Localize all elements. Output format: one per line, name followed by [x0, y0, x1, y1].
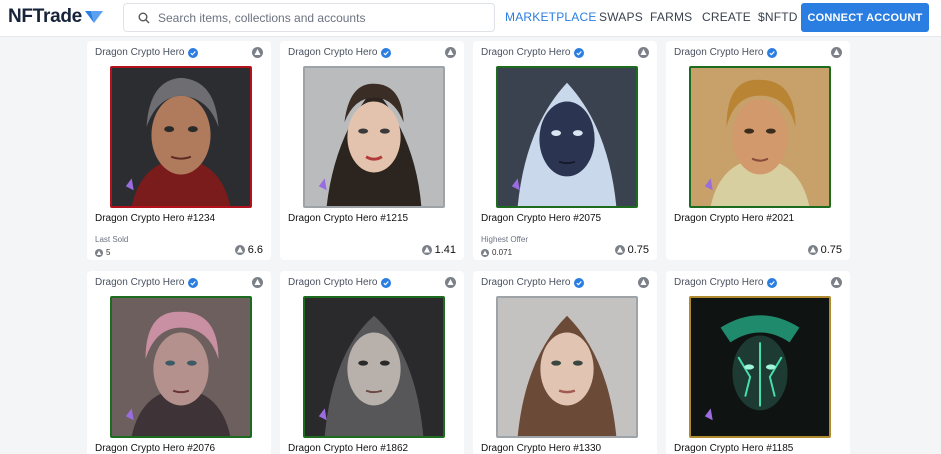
- last-sold-label: Last Sold: [95, 235, 129, 244]
- verified-badge-icon: [188, 47, 199, 58]
- collection-label[interactable]: Dragon Crypto Hero: [481, 47, 585, 58]
- nft-card[interactable]: Dragon Crypto Hero Dragon Crypto Hero #1…: [280, 271, 464, 454]
- nft-image[interactable]: [689, 296, 831, 438]
- currency-icon: [614, 245, 625, 255]
- verified-badge-icon: [767, 277, 778, 288]
- currency-icon: [481, 248, 489, 257]
- nft-title[interactable]: Dragon Crypto Hero #1185: [674, 443, 793, 454]
- portrait-art: [691, 298, 829, 436]
- collection-label[interactable]: Dragon Crypto Hero: [95, 47, 199, 58]
- nft-title[interactable]: Dragon Crypto Hero #1215: [288, 213, 408, 224]
- nft-image[interactable]: [496, 66, 638, 208]
- nft-title[interactable]: Dragon Crypto Hero #1330: [481, 443, 601, 454]
- logo-mark-icon: [84, 11, 103, 23]
- collection-label[interactable]: Dragon Crypto Hero: [674, 277, 778, 288]
- nft-image[interactable]: [303, 296, 445, 438]
- collection-label[interactable]: Dragon Crypto Hero: [95, 277, 199, 288]
- portrait-art: [498, 298, 636, 436]
- price: 6.6: [234, 244, 263, 256]
- nft-grid: Dragon Crypto Hero Dragon Crypto Hero #1…: [0, 38, 941, 454]
- nft-card[interactable]: Dragon Crypto Hero Dragon Crypto Hero #1…: [87, 41, 271, 260]
- top-navbar: NFTrade MARKETPLACE SWAPS FARMS CREATE $…: [0, 0, 941, 37]
- currency-icon: [95, 248, 103, 257]
- nav-create[interactable]: CREATE: [702, 10, 751, 24]
- highest-offer-value: 0.071: [481, 248, 512, 257]
- connect-account-button[interactable]: CONNECT ACCOUNT: [801, 3, 929, 32]
- verified-badge-icon: [188, 277, 199, 288]
- blockchain-icon: [445, 277, 456, 288]
- portrait-art: [498, 68, 636, 206]
- last-sold-value: 5: [95, 248, 110, 257]
- currency-icon: [234, 245, 245, 255]
- search-input[interactable]: [158, 10, 488, 25]
- search-icon: [138, 12, 150, 23]
- nft-title[interactable]: Dragon Crypto Hero #2021: [674, 213, 794, 224]
- nft-card[interactable]: Dragon Crypto Hero Dragon Crypto Hero #2…: [473, 41, 657, 260]
- nft-card[interactable]: Dragon Crypto Hero Dragon Crypto Hero #1…: [666, 271, 850, 454]
- collection-label[interactable]: Dragon Crypto Hero: [481, 277, 585, 288]
- blockchain-icon: [638, 47, 649, 58]
- blockchain-icon: [445, 47, 456, 58]
- verified-badge-icon: [574, 47, 585, 58]
- nft-title[interactable]: Dragon Crypto Hero #1862: [288, 443, 408, 454]
- blockchain-icon: [831, 47, 842, 58]
- nav-marketplace[interactable]: MARKETPLACE: [505, 10, 597, 24]
- nav-swaps[interactable]: SWAPS: [599, 10, 643, 24]
- currency-icon: [421, 245, 432, 255]
- verified-badge-icon: [767, 47, 778, 58]
- verified-badge-icon: [381, 47, 392, 58]
- nft-card[interactable]: Dragon Crypto Hero Dragon Crypto Hero #2…: [666, 41, 850, 260]
- highest-offer-label: Highest Offer: [481, 235, 528, 244]
- nft-card[interactable]: Dragon Crypto Hero Dragon Crypto Hero #1…: [473, 271, 657, 454]
- price: 0.75: [807, 244, 842, 256]
- nav-nftd[interactable]: $NFTD: [758, 10, 798, 24]
- collection-label[interactable]: Dragon Crypto Hero: [674, 47, 778, 58]
- currency-icon: [807, 245, 818, 255]
- portrait-art: [112, 298, 250, 436]
- verified-badge-icon: [381, 277, 392, 288]
- nft-image[interactable]: [110, 66, 252, 208]
- portrait-art: [691, 68, 829, 206]
- blockchain-icon: [638, 277, 649, 288]
- nft-image[interactable]: [110, 296, 252, 438]
- collection-label[interactable]: Dragon Crypto Hero: [288, 277, 392, 288]
- collection-label[interactable]: Dragon Crypto Hero: [288, 47, 392, 58]
- search-bar[interactable]: [123, 3, 495, 32]
- price: 1.41: [421, 244, 456, 256]
- nft-card[interactable]: Dragon Crypto Hero Dragon Crypto Hero #2…: [87, 271, 271, 454]
- blockchain-icon: [252, 277, 263, 288]
- blockchain-icon: [831, 277, 842, 288]
- portrait-art: [305, 298, 443, 436]
- nftrade-logo[interactable]: NFTrade: [8, 6, 103, 28]
- nft-title[interactable]: Dragon Crypto Hero #2076: [95, 443, 215, 454]
- nft-title[interactable]: Dragon Crypto Hero #1234: [95, 213, 215, 224]
- verified-badge-icon: [574, 277, 585, 288]
- nft-image[interactable]: [689, 66, 831, 208]
- nft-image[interactable]: [496, 296, 638, 438]
- nft-card[interactable]: Dragon Crypto Hero Dragon Crypto Hero #1…: [280, 41, 464, 260]
- portrait-art: [305, 68, 443, 206]
- blockchain-icon: [252, 47, 263, 58]
- logo-text: NFTrade: [8, 6, 82, 27]
- price: 0.75: [614, 244, 649, 256]
- portrait-art: [112, 68, 250, 206]
- nft-title[interactable]: Dragon Crypto Hero #2075: [481, 213, 601, 224]
- nav-farms[interactable]: FARMS: [650, 10, 692, 24]
- nft-image[interactable]: [303, 66, 445, 208]
